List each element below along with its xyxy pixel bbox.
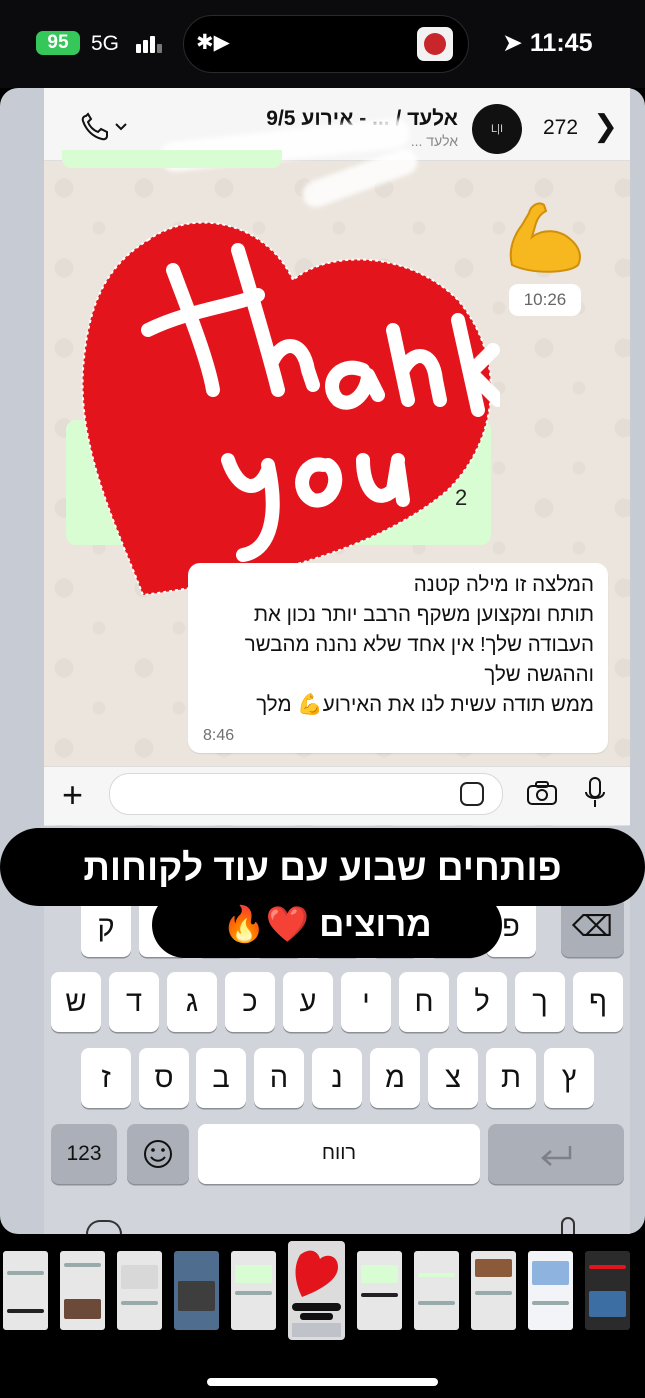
home-indicator[interactable] [207, 1378, 438, 1386]
message-line: ממש תודה עשית לנו את האירוע💪 מלך [256, 693, 594, 716]
unread-count: 272 [543, 116, 579, 139]
story-thumbnail[interactable] [3, 1251, 48, 1330]
key[interactable]: כ [225, 972, 275, 1032]
message-line: המלצה זו מילה קטנה [413, 573, 594, 596]
key[interactable]: ג [167, 972, 217, 1032]
avatar[interactable]: L|I [472, 104, 522, 154]
key[interactable]: ה [254, 1048, 304, 1108]
microphone-icon[interactable] [561, 1217, 575, 1235]
globe-icon[interactable] [86, 1220, 122, 1234]
message-timestamp: 8:46 [203, 727, 235, 744]
story-thumbnail[interactable] [117, 1251, 162, 1330]
clock-time: 11:45 [529, 29, 593, 57]
message-line: וההגשה שלך [484, 663, 594, 686]
story-thumbnail-selected[interactable] [288, 1241, 345, 1340]
status-clock: ➤ 11:45 [502, 28, 592, 58]
received-message[interactable]: המלצה זו מילה קטנה תותח ומקצוען משקף הרב… [188, 563, 608, 753]
numbers-key[interactable]: 123 [51, 1124, 117, 1184]
message-timestamp: 10:26 [509, 284, 581, 316]
key[interactable]: ס [139, 1048, 189, 1108]
key[interactable]: צ [428, 1048, 478, 1108]
live-activity-app-icon[interactable] [417, 27, 453, 61]
plus-icon[interactable]: + [62, 777, 83, 813]
emoji-icon[interactable] [127, 1124, 189, 1184]
key[interactable]: ח [399, 972, 449, 1032]
key[interactable]: ש [51, 972, 101, 1032]
microphone-icon[interactable] [584, 776, 606, 810]
sent-bubble-partial [62, 150, 282, 168]
key[interactable]: ב [196, 1048, 246, 1108]
location-arrow-icon: ➤ [502, 29, 523, 57]
story-thumbnail[interactable] [357, 1251, 402, 1330]
story-thumbnail[interactable] [60, 1251, 105, 1330]
return-icon[interactable] [488, 1124, 624, 1184]
chevron-right-icon[interactable]: ❯ [593, 112, 618, 142]
sticker-icon[interactable] [460, 782, 484, 806]
message-line: תותח ומקצוען משקף הרבב יותר נכון את [253, 603, 594, 626]
key[interactable]: ל [457, 972, 507, 1032]
backspace-icon[interactable]: ⌫ [561, 897, 624, 957]
battery-indicator: 95 [36, 31, 80, 55]
caption-line-2: מרוצים ❤️🔥 [152, 892, 502, 958]
key[interactable]: נ [312, 1048, 362, 1108]
key[interactable]: ד [109, 972, 159, 1032]
network-type: 5G [91, 32, 120, 55]
message-line: העבודה שלך! אין אחד שלא נהנה מהבשר [244, 633, 594, 656]
camera-icon[interactable] [526, 780, 558, 806]
thank-you-heart-sticker: thank you [81, 221, 500, 597]
bluetooth-icon: ✱▶ [196, 31, 230, 54]
key[interactable]: ת [486, 1048, 536, 1108]
phone-icon[interactable] [80, 112, 130, 142]
key[interactable]: ז [81, 1048, 131, 1108]
story-thumbnail[interactable] [414, 1251, 459, 1330]
story-thumbnail[interactable] [471, 1251, 516, 1330]
story-thumbnail[interactable] [174, 1251, 219, 1330]
key[interactable]: ף [573, 972, 623, 1032]
story-thumbnail[interactable] [528, 1251, 573, 1330]
key[interactable]: מ [370, 1048, 420, 1108]
key[interactable]: ע [283, 972, 333, 1032]
space-key[interactable]: רווח [198, 1124, 480, 1184]
signal-icon [136, 35, 166, 53]
flexed-biceps-emoji [509, 202, 581, 273]
message-input[interactable] [109, 773, 503, 815]
battery-level: 95 [47, 32, 69, 53]
story-thumbnail[interactable] [585, 1251, 630, 1330]
key[interactable]: י [341, 972, 391, 1032]
key[interactable]: ך [515, 972, 565, 1032]
key[interactable]: ץ [544, 1048, 594, 1108]
story-thumbnail[interactable] [231, 1251, 276, 1330]
